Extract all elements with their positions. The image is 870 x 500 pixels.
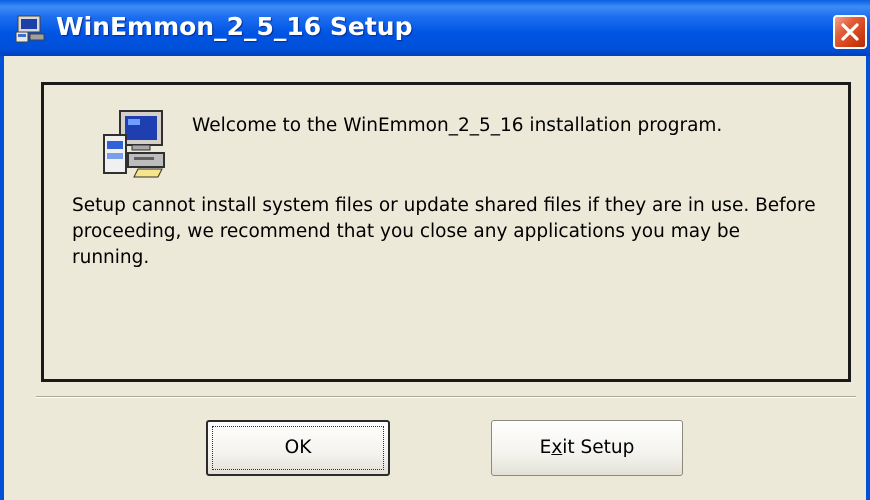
installer-computer-icon xyxy=(15,15,45,43)
separator xyxy=(36,396,856,398)
window-frame-right xyxy=(866,56,870,500)
setup-computer-icon xyxy=(103,110,165,178)
warning-message: Setup cannot install system files or upd… xyxy=(72,195,816,268)
welcome-text: Welcome to the WinEmmon_2_5_16 installat… xyxy=(192,115,723,136)
exit-label-accelerator: x xyxy=(551,437,563,458)
window-title: WinEmmon_2_5_16 Setup xyxy=(56,12,413,41)
close-button[interactable] xyxy=(833,15,867,49)
ok-button-label: OK xyxy=(284,437,312,458)
info-panel: Welcome to the WinEmmon_2_5_16 installat… xyxy=(41,82,851,382)
close-icon xyxy=(841,23,859,41)
exit-setup-button[interactable]: Exit Setup xyxy=(491,420,683,476)
setup-dialog: WinEmmon_2_5_16 Setup Welcome to the Win… xyxy=(0,0,870,500)
exit-label-prefix: E xyxy=(539,437,552,458)
ok-button[interactable]: OK xyxy=(206,420,390,476)
window-frame-left xyxy=(0,56,4,500)
title-bar[interactable]: WinEmmon_2_5_16 Setup xyxy=(0,0,870,56)
exit-label-suffix: it Setup xyxy=(562,437,635,458)
